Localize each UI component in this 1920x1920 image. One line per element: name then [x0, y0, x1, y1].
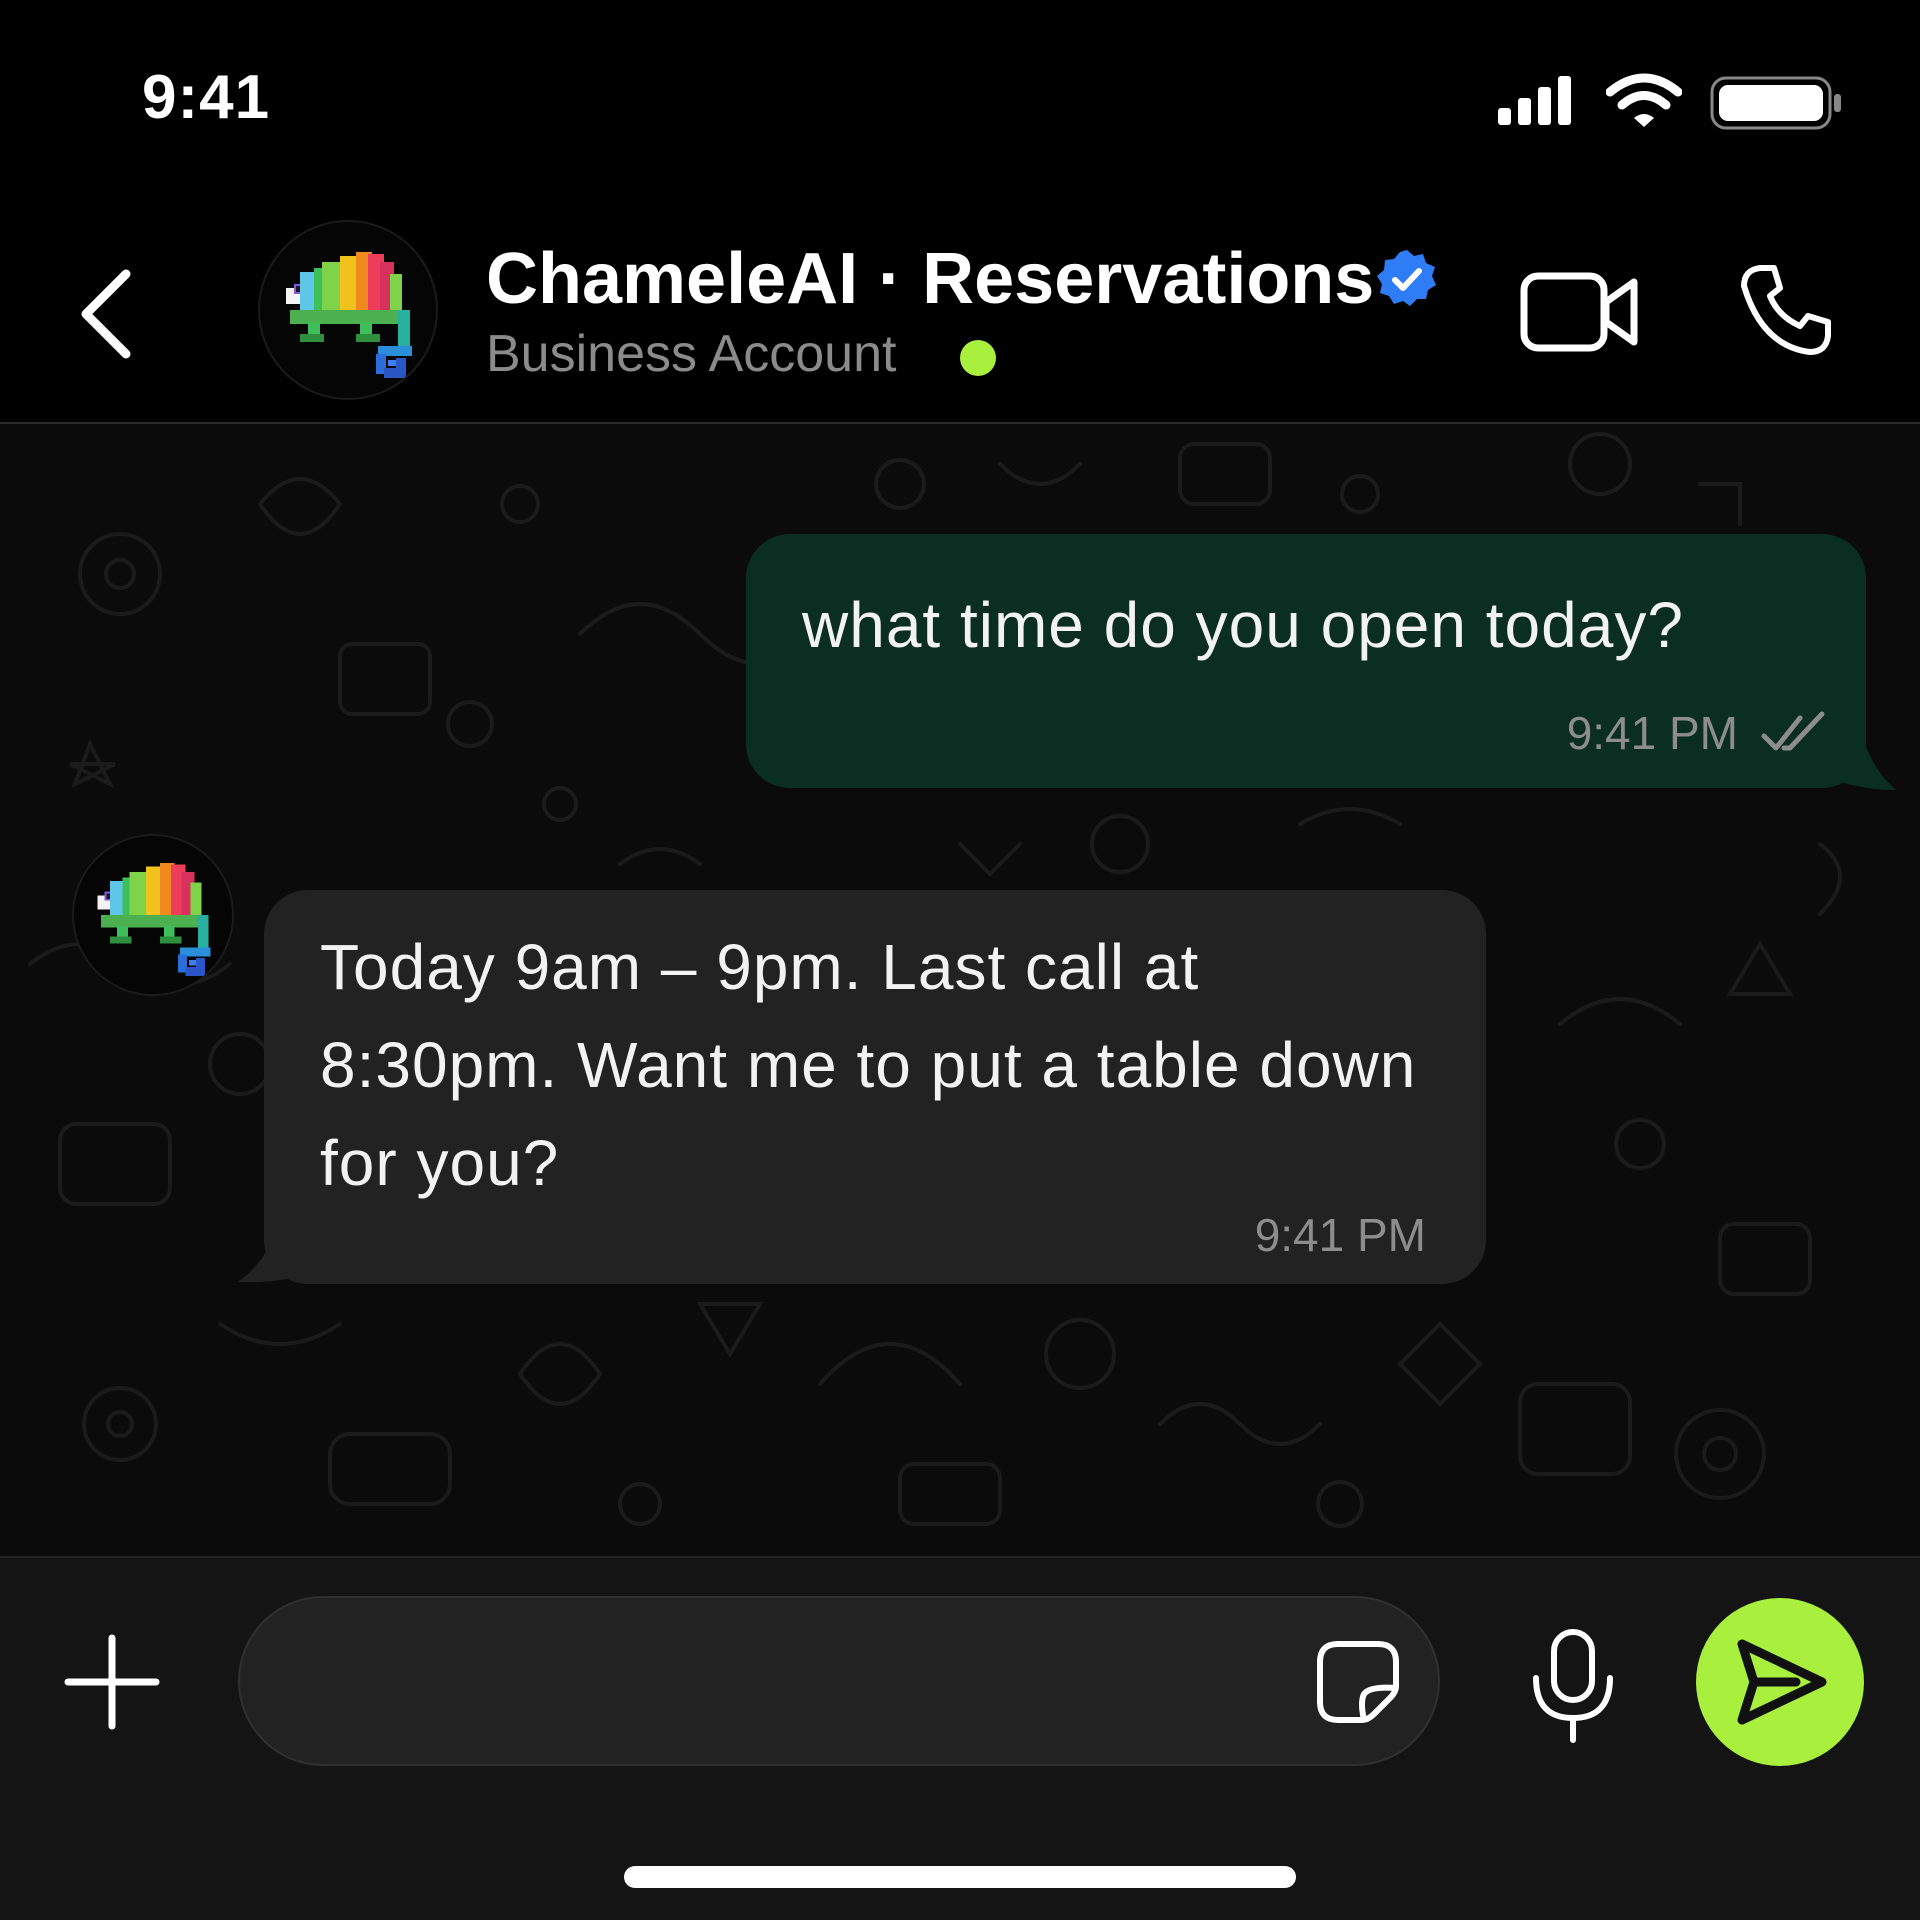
chameleon-logo-icon	[97, 862, 211, 977]
sender-avatar[interactable]	[72, 834, 234, 996]
video-call-icon	[1520, 272, 1638, 352]
phone-icon	[1741, 265, 1831, 355]
chameleon-logo-icon	[286, 252, 412, 378]
message-time: 9:41 PM	[1254, 1209, 1426, 1261]
chat-header: ChameleAI · Reservations Business Accoun…	[0, 200, 1920, 424]
sticker-icon	[1317, 1641, 1399, 1723]
back-chevron-icon	[81, 269, 131, 359]
composer-bar	[0, 1556, 1920, 1920]
voice-message-button[interactable]	[1528, 1626, 1618, 1746]
status-time: 9:41	[142, 63, 271, 132]
contact-name[interactable]: ChameleAI · Reservations	[486, 238, 1374, 320]
chat-area[interactable]: what time do you open today? 9:41 PM Tod…	[0, 424, 1920, 1556]
video-call-button[interactable]	[1518, 266, 1642, 358]
send-icon	[1737, 1639, 1827, 1725]
message-time: 9:41 PM	[1566, 707, 1738, 759]
message-text: Today 9am – 9pm. Last call at 8:30pm. Wa…	[320, 931, 1417, 1199]
cellular-signal-icon	[1498, 76, 1571, 125]
contact-subtitle: Business Account	[486, 325, 897, 383]
incoming-message-bubble[interactable]: Today 9am – 9pm. Last call at 8:30pm. Wa…	[264, 890, 1486, 1284]
verified-badge-icon	[1377, 250, 1436, 306]
sticker-button[interactable]	[1314, 1638, 1402, 1726]
outgoing-message-bubble[interactable]: what time do you open today? 9:41 PM	[746, 534, 1866, 788]
status-bar: 9:41	[0, 0, 1920, 200]
send-button[interactable]	[1696, 1598, 1864, 1766]
home-indicator[interactable]	[624, 1866, 1296, 1888]
battery-icon	[1710, 76, 1841, 130]
back-button[interactable]	[70, 262, 150, 362]
attach-button[interactable]	[62, 1632, 162, 1732]
message-text: what time do you open today?	[802, 589, 1684, 661]
wifi-icon	[1606, 73, 1682, 127]
double-check-icon	[1761, 711, 1825, 751]
voice-call-button[interactable]	[1738, 262, 1834, 358]
status-icons	[1420, 0, 1920, 200]
outgoing-bubble-tail	[1830, 728, 1896, 790]
contact-avatar[interactable]	[258, 220, 438, 400]
message-input[interactable]	[290, 1598, 1284, 1766]
chat-screen: 9:41 ChameleAI · Reservations Business A…	[0, 0, 1920, 1920]
online-status-dot	[960, 340, 996, 376]
microphone-icon	[1533, 1629, 1613, 1743]
message-input-container[interactable]	[238, 1596, 1440, 1766]
plus-icon	[64, 1634, 160, 1730]
